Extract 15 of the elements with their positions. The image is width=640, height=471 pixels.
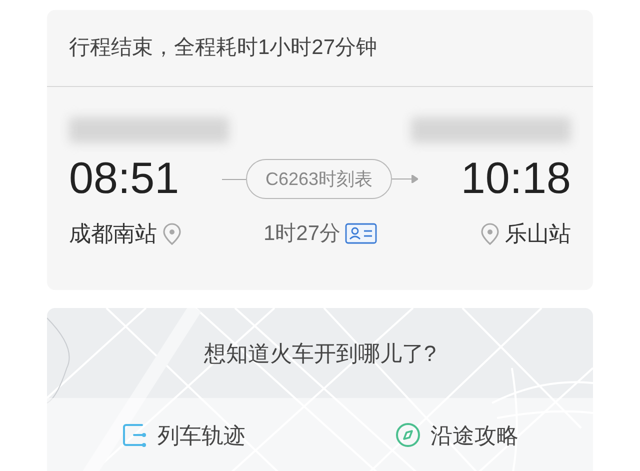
trip-summary: 行程结束，全程耗时1小时27分钟 xyxy=(69,35,378,62)
location-pin-icon xyxy=(480,222,499,244)
id-card-icon xyxy=(344,223,377,244)
route-icon xyxy=(122,422,148,448)
map-prompt: 想知道火车开到哪儿了? xyxy=(204,340,436,368)
trip-duration: 1时27分 xyxy=(263,220,341,247)
departure-time: 08:51 xyxy=(69,157,180,201)
location-pin-icon xyxy=(163,222,181,244)
action-button[interactable]: 列车轨迹 xyxy=(122,418,246,452)
arrival-station: 乐山站 xyxy=(504,220,571,248)
arrow-icon xyxy=(392,175,418,183)
departure-station: 成都南站 xyxy=(69,220,157,248)
arrival-time: 10:18 xyxy=(460,157,571,201)
action-button[interactable]: 沿途攻略 xyxy=(394,418,518,452)
compass-icon xyxy=(394,422,420,448)
